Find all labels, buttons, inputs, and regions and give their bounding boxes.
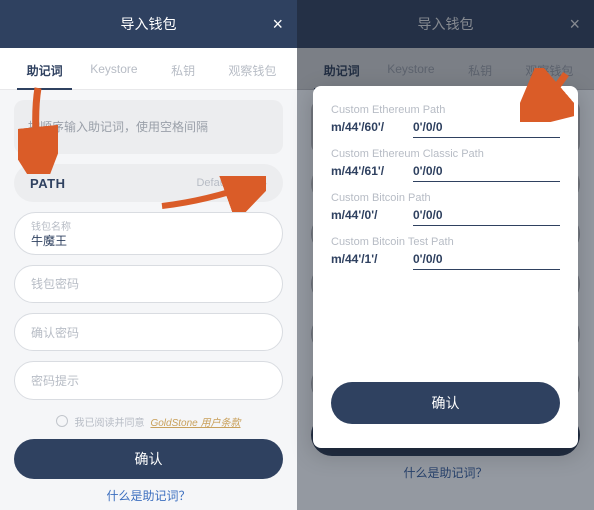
section-label: Custom Ethereum Path [331,104,560,116]
terms-row: 我已阅读并同意 GoldStone 用户条款 [14,414,283,429]
path-suffix-input[interactable]: 0'/0/0 [413,164,560,182]
path-label: PATH [30,176,65,191]
header-title: 导入钱包 [121,14,177,34]
path-suffix-input[interactable]: 0'/0/0 [413,120,560,138]
mnemonic-input[interactable]: 按顺序输入助记词，使用空格间隔 [14,100,283,154]
confirm-password-input[interactable]: 确认密码 [14,313,283,351]
path-prefix: m/44'/61'/ [331,164,401,182]
tabs: 助记词 Keystore 私钥 观察钱包 [0,48,297,90]
chevron-right-icon: › [263,176,267,190]
section-label: Custom Bitcoin Test Path [331,236,560,248]
content: 按顺序输入助记词，使用空格间隔 PATH Default Path › 钱包名称… [0,90,297,510]
path-suffix-input[interactable]: 0'/0/0 [413,252,560,270]
section-label: Custom Bitcoin Path [331,192,560,204]
close-icon[interactable]: × [272,15,283,33]
tab-watch[interactable]: 观察钱包 [218,48,287,89]
path-modal: Custom Ethereum Path m/44'/60'/ 0'/0/0 C… [313,86,578,448]
path-prefix: m/44'/0'/ [331,208,401,226]
modal-confirm-button[interactable]: 确认 [331,382,560,424]
wallet-name-input[interactable]: 钱包名称 牛魔王 [14,212,283,254]
tab-privatekey[interactable]: 私钥 [149,48,218,89]
path-suffix-input[interactable]: 0'/0/0 [413,208,560,226]
terms-checkbox[interactable] [56,415,68,427]
path-value: Default Path › [196,176,267,190]
path-prefix: m/44'/60'/ [331,120,401,138]
tab-keystore[interactable]: Keystore [79,48,148,89]
wallet-password-input[interactable]: 钱包密码 [14,265,283,303]
terms-link[interactable]: GoldStone 用户条款 [150,414,240,429]
section-label: Custom Ethereum Classic Path [331,148,560,160]
confirm-button[interactable]: 确认 [14,439,283,479]
path-row[interactable]: PATH Default Path › [14,164,283,202]
tab-mnemonic[interactable]: 助记词 [10,48,79,89]
path-prefix: m/44'/1'/ [331,252,401,270]
password-hint-input[interactable]: 密码提示 [14,361,283,399]
what-is-mnemonic-link[interactable]: 什么是助记词？ [14,487,283,510]
header: 导入钱包 × [0,0,297,48]
